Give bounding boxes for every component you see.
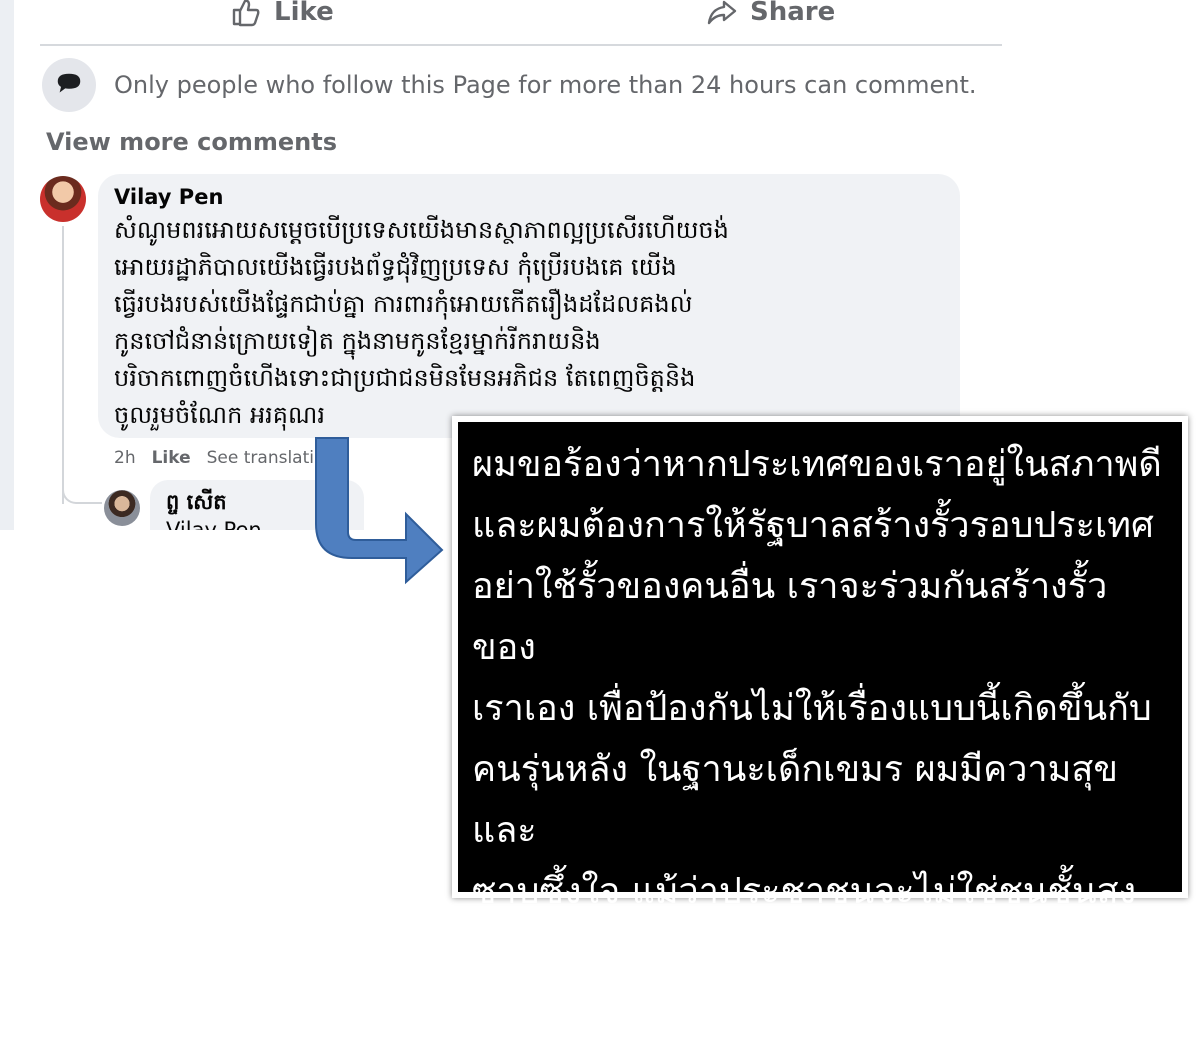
comment-meta: 2h Like See translati (114, 448, 314, 468)
comment-timestamp[interactable]: 2h (114, 448, 136, 468)
post-action-bar: Like Share (40, 0, 1002, 44)
reply-avatar[interactable] (104, 490, 140, 526)
view-more-comments-link[interactable]: View more comments (46, 128, 337, 156)
avatar[interactable] (40, 176, 86, 222)
comment-text: សំណូមពរអោយសម្តេចបើប្រទេសយើងមានស្ថាភាពល្អ… (114, 216, 729, 429)
comment-bubble: Vilay Pen សំណូមពរអោយសម្តេចបើប្រទេសយើងមាន… (98, 174, 960, 438)
share-label: Share (750, 0, 836, 27)
see-translation-link[interactable]: See translati (207, 448, 314, 468)
comment-author[interactable]: Vilay Pen (114, 184, 944, 210)
notice-icon-circle (42, 58, 96, 112)
translation-panel: ผมขอร้องว่าหากประเทศของเราอยู่ในสภาพดี แ… (458, 422, 1182, 1034)
comment-restriction-notice: Only people who follow this Page for mor… (42, 58, 977, 112)
comment-like-button[interactable]: Like (152, 448, 191, 468)
like-label: Like (274, 0, 334, 27)
share-button[interactable]: Share (706, 0, 835, 28)
translation-text: ผมขอร้องว่าหากประเทศของเราอยู่ในสภาพดี แ… (472, 444, 1162, 1034)
share-arrow-icon (707, 0, 737, 25)
page-edge (0, 0, 14, 530)
thread-line (62, 226, 64, 504)
thread-connector (62, 476, 102, 504)
speech-bubble-icon (57, 73, 81, 93)
translation-callout: ผมขอร้องว่าหากประเทศของเราอยู่ในสภาพดี แ… (452, 416, 1188, 1034)
like-button[interactable]: Like (230, 0, 334, 28)
thumbs-up-icon (232, 0, 260, 27)
bent-arrow-icon (315, 437, 444, 585)
action-divider (40, 44, 1002, 46)
notice-text: Only people who follow this Page for mor… (114, 71, 977, 99)
